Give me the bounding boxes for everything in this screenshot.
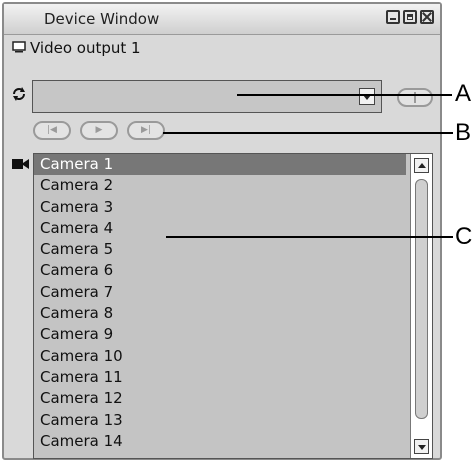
close-button[interactable] <box>420 10 434 24</box>
camera-sequence-dropdown[interactable] <box>32 80 382 113</box>
camera-list-item[interactable]: Camera 14 <box>34 431 406 452</box>
monitor-icon <box>12 41 26 53</box>
device-window: Device Window Video output 1 |◀ ▶ ▶| Cam… <box>2 2 442 460</box>
camera-list-item[interactable]: Camera 1 <box>34 154 406 176</box>
callout-line-a <box>237 94 452 96</box>
output-label: Video output 1 <box>30 39 141 57</box>
play-icon: ▶ <box>95 125 103 135</box>
window-title: Device Window <box>44 10 160 28</box>
play-button[interactable]: ▶ <box>80 121 118 140</box>
connect-button[interactable] <box>397 88 433 107</box>
previous-icon: |◀ <box>47 125 57 135</box>
camera-list-item[interactable]: Camera 8 <box>34 303 406 324</box>
camera-list-item[interactable]: Camera 3 <box>34 197 406 218</box>
camera-list-item[interactable]: Camera 5 <box>34 239 406 260</box>
camera-list-items: Camera 1 Camera 2 Camera 3 Camera 4 Camera 5… <box>34 154 406 452</box>
previous-button[interactable]: |◀ <box>33 121 71 140</box>
vertical-scrollbar[interactable] <box>410 154 432 458</box>
camera-list-item[interactable]: Camera 11 <box>34 367 406 388</box>
title-bar[interactable]: Device Window <box>4 4 440 35</box>
camera-list-item[interactable]: Camera 10 <box>34 346 406 367</box>
camera-list-item[interactable]: Camera 7 <box>34 282 406 303</box>
chevron-down-icon[interactable] <box>359 88 375 105</box>
callout-line-c <box>166 236 453 238</box>
scroll-down-button[interactable] <box>414 439 429 454</box>
minimize-button[interactable] <box>386 10 400 24</box>
camera-list-item[interactable]: Camera 6 <box>34 260 406 281</box>
camera-list-item[interactable]: Camera 13 <box>34 410 406 431</box>
callout-a: A <box>455 80 472 107</box>
callout-b: B <box>455 119 472 146</box>
callout-line-b <box>163 132 453 134</box>
camera-list-item[interactable]: Camera 9 <box>34 324 406 345</box>
scroll-up-button[interactable] <box>414 158 429 173</box>
callout-c: C <box>455 223 473 250</box>
scroll-thumb[interactable] <box>415 179 428 419</box>
camera-icon <box>12 159 29 169</box>
camera-list[interactable]: Camera 1 Camera 2 Camera 3 Camera 4 Camera 5… <box>33 153 433 459</box>
next-button[interactable]: ▶| <box>127 121 165 140</box>
camera-list-item[interactable]: Camera 12 <box>34 388 406 409</box>
cycle-icon[interactable] <box>11 86 27 102</box>
camera-list-item[interactable]: Camera 2 <box>34 175 406 196</box>
next-icon: ▶| <box>141 125 151 135</box>
maximize-button[interactable] <box>403 10 417 24</box>
